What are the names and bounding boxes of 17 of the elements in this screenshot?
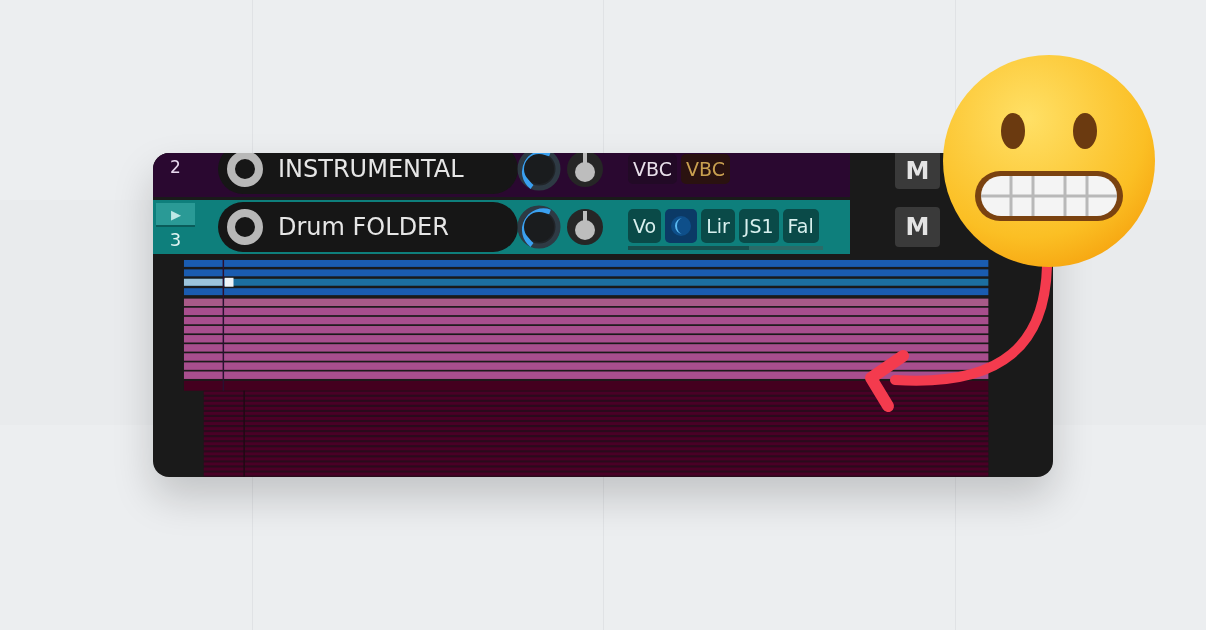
fx-slot[interactable]: JS1 — [738, 209, 779, 244]
track-name-field[interactable]: Drum FOLDER — [218, 201, 518, 252]
mute-button[interactable]: M — [895, 206, 940, 247]
knob-icon — [669, 214, 694, 239]
record-arm-icon[interactable] — [226, 207, 264, 246]
fx-slot[interactable]: VBC — [628, 154, 677, 184]
fx-slot[interactable]: Lir — [701, 209, 735, 244]
fx-slot[interactable]: Vo — [628, 209, 662, 244]
fx-knob-slot[interactable] — [665, 209, 698, 244]
track-number: 3 — [169, 229, 182, 251]
track-name-field[interactable]: INSTRUMENTAL — [218, 153, 518, 194]
mute-button[interactable]: M — [895, 153, 940, 189]
fx-slot[interactable]: Fal — [782, 209, 819, 244]
record-arm-icon[interactable] — [226, 153, 264, 188]
track-number: 2 — [170, 157, 181, 177]
fx-slot[interactable]: VBC — [680, 154, 730, 184]
grimacing-emoji-icon — [941, 53, 1157, 269]
